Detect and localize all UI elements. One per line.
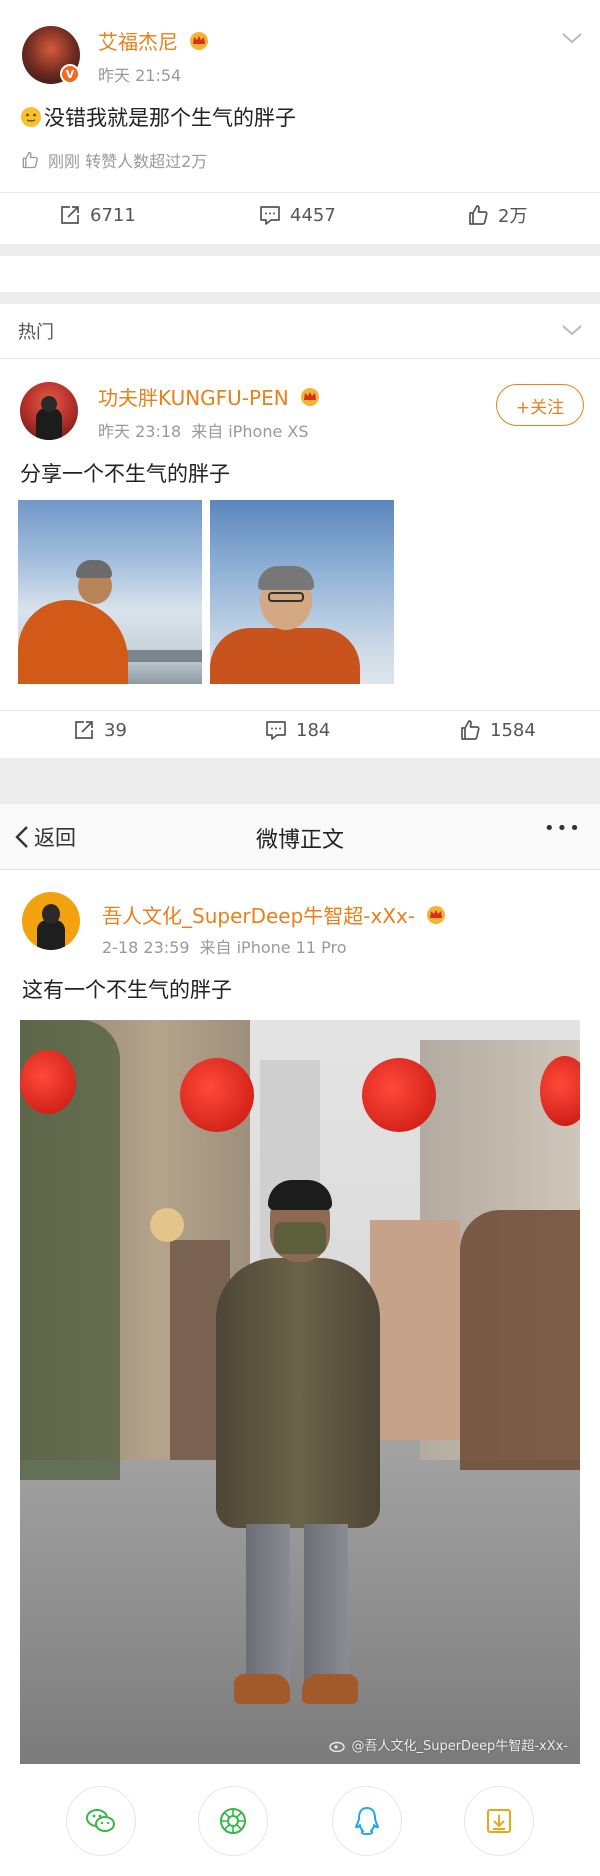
detail-header: 返回 微博正文 ••• (0, 804, 600, 870)
page-title: 微博正文 (255, 828, 344, 853)
post2-content: 分享一个不生气的胖子 (20, 462, 230, 486)
username-text[interactable]: 功夫胖KUNGFU-PEN (98, 386, 289, 410)
post-image-2[interactable] (210, 500, 394, 684)
post-source: 来自 iPhone 11 Pro (199, 938, 347, 957)
username-text[interactable]: 吾人文化_SuperDeep牛智超-xXx- (102, 904, 415, 928)
repost-count: 39 (104, 719, 127, 741)
qq-icon (355, 1807, 379, 1835)
wechat-icon (86, 1809, 115, 1832)
post2-meta: 昨天 23:18 来自 iPhone XS (98, 418, 309, 442)
comment-icon (266, 721, 286, 740)
avatar[interactable] (20, 382, 78, 440)
post-image-main[interactable]: @吾人文化_SuperDeep牛智超-xXx- (20, 1020, 580, 1764)
thumb-up-icon (461, 720, 480, 740)
content-text: 没错我就是那个生气的胖子 (44, 106, 296, 130)
more-options-button[interactable]: ••• (544, 818, 582, 839)
weibo-logo-icon (329, 1741, 346, 1752)
like-note: 刚刚 转赞人数超过2万 (20, 148, 207, 172)
post-source: 来自 iPhone XS (191, 422, 309, 441)
like-count: 1584 (490, 719, 536, 741)
like-count: 2万 (498, 206, 528, 227)
post-image-1[interactable] (18, 500, 202, 684)
post1-time: 昨天 21:54 (98, 66, 182, 85)
crown-icon (427, 906, 446, 924)
repost-icon (75, 721, 93, 739)
post3-content: 这有一个不生气的胖子 (22, 978, 232, 1002)
save-image-icon (487, 1809, 511, 1833)
repost-button[interactable]: 39 (72, 715, 127, 745)
moments-icon (220, 1808, 246, 1834)
comment-button[interactable]: 184 (264, 715, 330, 745)
hot-section-label: 热门 (18, 322, 54, 343)
username-text[interactable]: 艾福杰尼 (98, 30, 178, 54)
watermark-text: @吾人文化_SuperDeep牛智超-xXx- (351, 1739, 568, 1754)
separator (0, 758, 600, 804)
post-time: 昨天 23:18 (98, 422, 182, 441)
verified-badge-icon: V (60, 64, 80, 84)
post1-content: 没错我就是那个生气的胖子 (20, 102, 296, 132)
share-qq-button[interactable] (332, 1786, 402, 1856)
repost-icon (61, 206, 79, 224)
repost-count: 6711 (90, 204, 136, 226)
comment-icon (260, 206, 280, 225)
like-note-text: 刚刚 转赞人数超过2万 (48, 152, 208, 171)
like-button[interactable]: 1584 (458, 715, 536, 745)
image-watermark: @吾人文化_SuperDeep牛智超-xXx- (329, 1735, 568, 1754)
post3-username[interactable]: 吾人文化_SuperDeep牛智超-xXx- (102, 900, 447, 929)
share-moments-button[interactable] (198, 1786, 268, 1856)
emoji-smile-icon (21, 107, 41, 127)
post1-username[interactable]: 艾福杰尼 (98, 26, 210, 55)
save-image-button[interactable] (464, 1786, 534, 1856)
share-wechat-button[interactable] (66, 1786, 136, 1856)
crown-icon (190, 32, 209, 50)
thumb-up-icon (469, 205, 488, 225)
chevron-down-icon[interactable] (560, 322, 584, 338)
crown-icon (301, 388, 320, 406)
chevron-down-icon[interactable] (560, 30, 584, 46)
post-time: 2-18 23:59 (102, 938, 190, 957)
post3-meta: 2-18 23:59 来自 iPhone 11 Pro (102, 934, 347, 958)
avatar[interactable] (22, 892, 80, 950)
comment-button[interactable]: 4457 (258, 200, 336, 230)
comment-count: 4457 (290, 204, 336, 226)
follow-button[interactable]: +关注 (496, 384, 584, 426)
repost-button[interactable]: 6711 (58, 200, 136, 230)
post2-username[interactable]: 功夫胖KUNGFU-PEN (98, 382, 321, 411)
thumb-up-icon (22, 151, 38, 169)
like-button[interactable]: 2万 (466, 200, 527, 230)
comment-count: 184 (296, 719, 331, 741)
